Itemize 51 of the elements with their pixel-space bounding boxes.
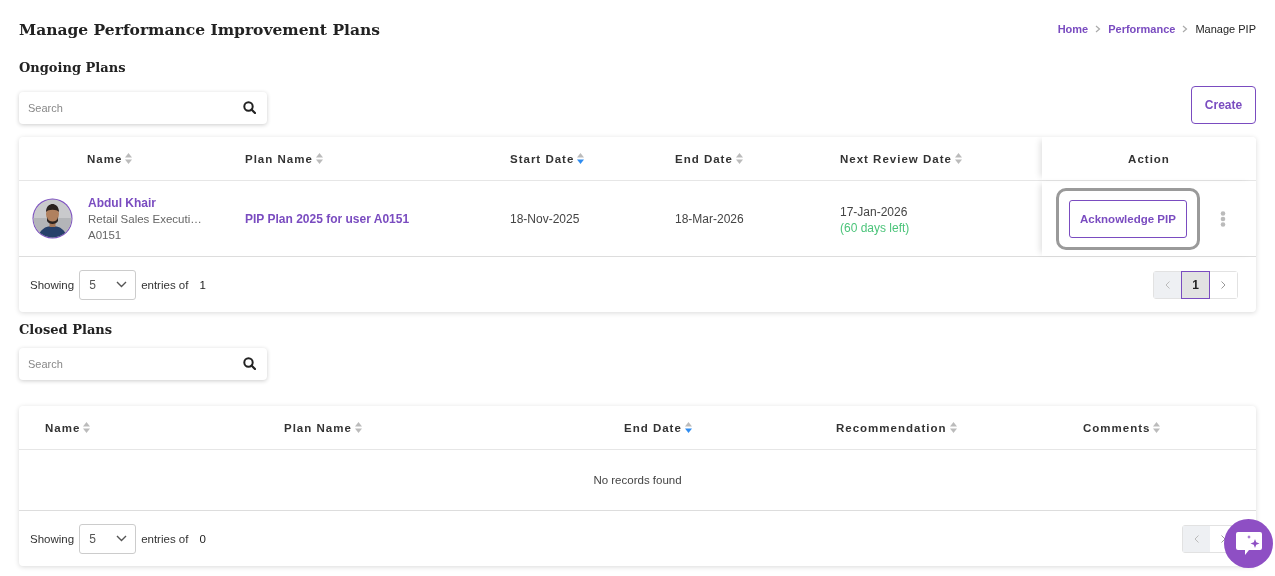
entries-label: entries of [141,532,189,545]
table-cell: 18-Nov-2025 [510,211,580,226]
section-title: Closed Plans [19,321,114,339]
employee-role: Retail Sales Executi… [88,211,202,227]
column-header[interactable]: Comments [1083,421,1151,434]
column-header[interactable]: End Date [624,421,682,434]
chevron-icon [1182,25,1189,33]
create-button[interactable]: Create [1191,86,1256,124]
more-icon[interactable] [1219,210,1226,227]
column-header[interactable]: Name [45,421,81,434]
breadcrumb-link[interactable]: Performance [1108,23,1176,35]
chat-icon [1234,530,1263,557]
total-count: 0 [199,532,206,545]
entries-label: entries of [141,278,189,291]
search-field[interactable]: Search [19,348,267,380]
chevron-icon [1095,25,1102,33]
chevron-left-icon [1194,534,1199,543]
breadcrumb-link[interactable]: Home [1057,23,1089,35]
search-field[interactable]: Search [19,92,267,124]
search-icon [243,101,256,114]
column-header[interactable]: Recommendation [836,421,947,434]
showing-label: Showing [30,532,75,545]
caret-icon [116,281,128,288]
column-header[interactable]: Start Date [510,152,575,165]
search-icon [243,357,256,370]
page-title: Manage Performance Improvement Plans [19,19,380,39]
chat-button[interactable] [1224,519,1273,568]
column-header: Action [1128,152,1170,165]
employee-name-link[interactable]: Abdul Khair [88,194,202,211]
column-header[interactable]: Plan Name [245,152,313,165]
showing-label: Showing [30,278,75,291]
page-size-select[interactable]: 5 [79,269,137,300]
days-left: (60 days left) [840,219,910,236]
column-header[interactable]: Name [87,152,123,165]
table-cell: 18-Mar-2026 [675,211,744,226]
acknowledge-button[interactable]: Acknowledge PIP [1069,199,1187,238]
chevron-left-icon [1165,280,1170,289]
page-button[interactable]: 1 [1181,270,1210,299]
employee-code: A0151 [88,227,123,243]
chevron-right-icon [1221,280,1226,289]
section-title: Ongoing Plans [19,59,127,77]
column-header[interactable]: Plan Name [284,421,352,434]
column-header[interactable]: End Date [675,152,733,165]
table-cell-text: 17-Jan-2026 [840,203,909,220]
total-count: 1 [199,278,206,291]
page-size-select[interactable]: 5 [79,523,137,554]
breadcrumb-current: Manage PIP [1195,23,1256,35]
plan-name-link[interactable]: PIP Plan 2025 for user A0151 [245,211,410,226]
column-header[interactable]: Next Review Date [840,152,952,165]
caret-icon [116,535,128,542]
empty-message: No records found [593,474,682,486]
